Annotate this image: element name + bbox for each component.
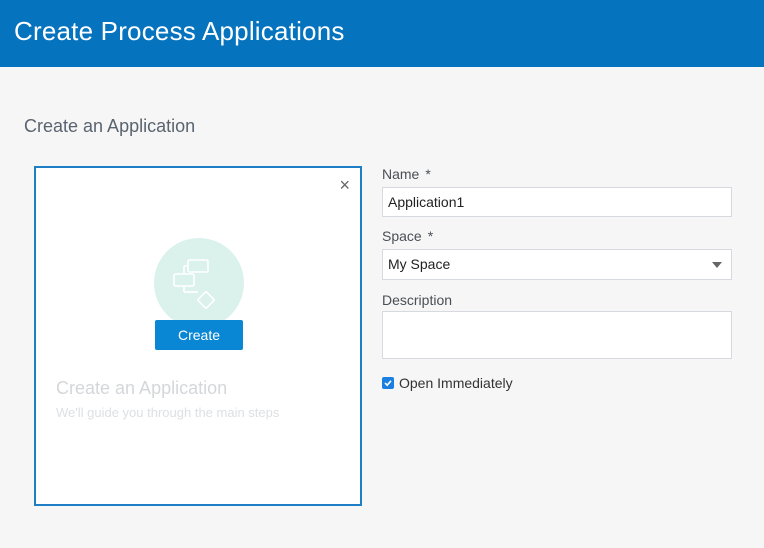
chevron-down-icon — [712, 262, 722, 268]
space-required-mark: * — [427, 228, 434, 244]
illustration-circle — [154, 238, 244, 328]
process-flow-icon — [173, 259, 215, 309]
card-title: Create an Application — [56, 378, 228, 398]
open-immediately-checkbox[interactable] — [382, 377, 394, 389]
create-application-card: × Create Create an Application We'll gui… — [34, 166, 362, 506]
name-label-text: Name — [382, 166, 420, 182]
app-header: Create Process Applications — [0, 0, 764, 67]
name-field[interactable] — [382, 187, 732, 217]
space-selected-value: My Space — [388, 256, 451, 272]
space-label-text: Space — [382, 228, 422, 244]
close-icon[interactable]: × — [339, 176, 350, 194]
description-label: Description — [382, 292, 453, 308]
description-field[interactable] — [382, 311, 732, 359]
space-select[interactable]: My Space — [382, 249, 732, 280]
checkmark-icon — [384, 380, 392, 387]
space-label: Space * — [382, 228, 433, 244]
section-title: Create an Application — [24, 116, 196, 136]
card-subtitle: We'll guide you through the main steps — [56, 405, 280, 420]
open-immediately-label: Open Immediately — [399, 375, 513, 391]
name-required-mark: * — [425, 166, 431, 182]
name-label: Name * — [382, 166, 431, 182]
page-title: Create Process Applications — [14, 16, 345, 46]
create-button[interactable]: Create — [155, 320, 243, 350]
